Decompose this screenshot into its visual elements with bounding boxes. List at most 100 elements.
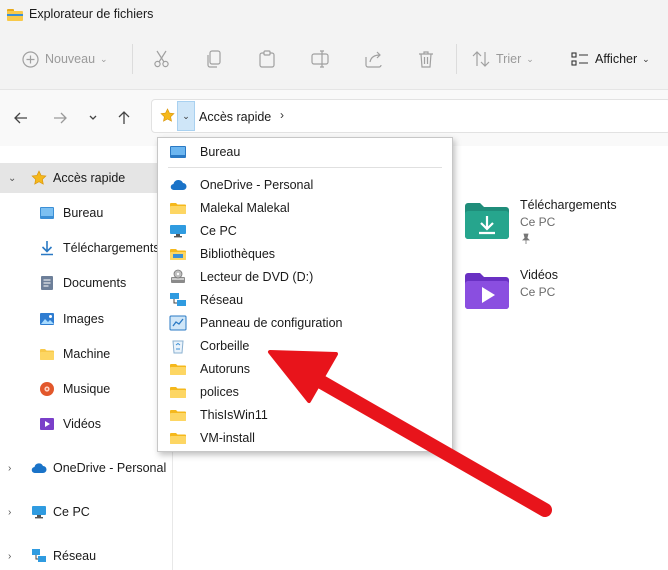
- pin-icon: [522, 233, 530, 244]
- menu-item-thisiswin11[interactable]: ThisIsWin11: [159, 403, 451, 426]
- menu-item-this-pc[interactable]: Ce PC: [159, 219, 451, 242]
- folder-icon: [170, 386, 186, 398]
- address-dropdown-button[interactable]: ⌄: [177, 101, 195, 131]
- item-name: Téléchargements: [520, 198, 617, 212]
- toolbar-divider: [456, 44, 457, 74]
- paste-button[interactable]: [259, 47, 275, 71]
- menu-item-vm-install[interactable]: VM-install: [159, 426, 451, 449]
- chevron-down-icon: ⌄: [182, 110, 190, 121]
- menu-item-label: Lecteur de DVD (D:): [200, 269, 314, 284]
- arrow-right-icon: [54, 112, 67, 124]
- menu-item-polices[interactable]: polices: [159, 380, 451, 403]
- menu-item-control-panel[interactable]: Panneau de configuration: [159, 311, 451, 334]
- folder-icon: [40, 349, 54, 360]
- delete-button[interactable]: [418, 47, 434, 71]
- computer-icon: [170, 224, 186, 237]
- sidebar-item-network[interactable]: › Réseau: [0, 541, 172, 570]
- menu-item-label: Réseau: [200, 292, 244, 307]
- sidebar-item-label: Ce PC: [53, 505, 90, 519]
- star-icon: [160, 108, 175, 122]
- folder-icon: [170, 409, 186, 421]
- desktop-icon: [40, 207, 54, 219]
- rename-button[interactable]: [311, 47, 329, 71]
- view-button[interactable]: Afficher ⌄: [571, 47, 650, 71]
- sort-button[interactable]: Trier ⌄: [472, 47, 534, 71]
- command-bar: Nouveau ⌄ Trier ⌄ Afficher ⌄: [0, 28, 668, 90]
- sidebar-item-videos[interactable]: Vidéos: [0, 409, 172, 439]
- view-button-label: Afficher: [595, 52, 638, 66]
- rename-icon: [311, 50, 329, 68]
- chevron-right-icon[interactable]: ›: [8, 507, 11, 518]
- back-button[interactable]: [11, 108, 31, 128]
- sidebar-item-downloads[interactable]: Téléchargements: [0, 233, 172, 263]
- network-icon: [170, 292, 186, 306]
- clipboard-icon: [259, 50, 275, 68]
- downloads-folder-icon: [465, 203, 509, 239]
- copy-icon: [207, 50, 221, 68]
- chevron-right-icon[interactable]: ›: [8, 551, 11, 562]
- sidebar-item-label: OneDrive - Personal: [53, 461, 167, 475]
- sidebar-item-label: Réseau: [53, 549, 97, 563]
- menu-item-desktop[interactable]: Bureau: [159, 140, 451, 163]
- item-location: Ce PC: [520, 285, 556, 299]
- menu-separator: [168, 167, 442, 168]
- chevron-down-icon[interactable]: ⌄: [8, 173, 16, 184]
- sidebar-item-machine[interactable]: Machine: [0, 339, 172, 369]
- sidebar-item-label: Images: [63, 312, 104, 326]
- folder-icon: [170, 432, 186, 444]
- menu-item-onedrive[interactable]: OneDrive - Personal: [159, 173, 451, 196]
- share-button[interactable]: [365, 47, 383, 71]
- new-button[interactable]: Nouveau ⌄: [22, 47, 108, 71]
- recycle-bin-icon: [172, 340, 184, 353]
- menu-item-label: Bureau: [200, 144, 241, 159]
- chevron-down-icon: ⌄: [526, 53, 534, 64]
- title-bar: Explorateur de fichiers: [0, 0, 668, 28]
- music-icon: [40, 382, 54, 396]
- share-icon: [365, 51, 382, 68]
- copy-button[interactable]: [206, 47, 222, 71]
- menu-item-network[interactable]: Réseau: [159, 288, 451, 311]
- view-icon: [571, 52, 588, 66]
- sidebar-item-onedrive[interactable]: › OneDrive - Personal: [0, 453, 172, 483]
- sidebar-item-documents[interactable]: Documents: [0, 268, 172, 298]
- trash-icon: [419, 51, 433, 68]
- sidebar-item-desktop[interactable]: Bureau: [0, 198, 172, 228]
- sort-icon: [472, 51, 490, 67]
- star-icon: [31, 170, 47, 185]
- address-dropdown-menu: Bureau OneDrive - Personal Malekal Malek…: [157, 137, 453, 452]
- menu-item-malekal[interactable]: Malekal Malekal: [159, 196, 451, 219]
- content-item-downloads[interactable]: Téléchargements Ce PC: [464, 196, 664, 246]
- chevron-down-icon: ⌄: [642, 53, 650, 64]
- sidebar-item-label: Documents: [63, 276, 127, 290]
- menu-item-dvd[interactable]: Lecteur de DVD (D:): [159, 265, 451, 288]
- menu-item-label: Panneau de configuration: [200, 315, 343, 330]
- folder-icon: [170, 202, 186, 214]
- menu-item-autoruns[interactable]: Autoruns: [159, 357, 451, 380]
- menu-item-libraries[interactable]: Bibliothèques: [159, 242, 451, 265]
- chevron-right-icon[interactable]: ›: [8, 463, 11, 474]
- computer-icon: [32, 506, 46, 519]
- chevron-down-icon: ⌄: [100, 53, 108, 64]
- cut-button[interactable]: [153, 47, 170, 71]
- content-item-videos[interactable]: Vidéos Ce PC: [464, 266, 664, 316]
- forward-button[interactable]: [50, 108, 70, 128]
- arrow-left-icon: [14, 112, 27, 124]
- sort-button-label: Trier: [496, 52, 522, 66]
- recent-locations-button[interactable]: [83, 108, 103, 128]
- cloud-icon: [170, 179, 187, 190]
- arrow-up-icon: [118, 111, 130, 124]
- breadcrumb-chevron-icon[interactable]: ›: [280, 108, 284, 122]
- documents-icon: [41, 276, 53, 290]
- up-button[interactable]: [114, 108, 134, 128]
- sidebar-item-this-pc[interactable]: › Ce PC: [0, 497, 172, 527]
- sidebar-item-label: Téléchargements: [63, 241, 160, 255]
- menu-item-recycle-bin[interactable]: Corbeille: [159, 334, 451, 357]
- sidebar-item-images[interactable]: Images: [0, 304, 172, 334]
- sidebar-item-label: Musique: [63, 382, 111, 396]
- sidebar-item-music[interactable]: Musique: [0, 374, 172, 404]
- sidebar-item-quick-access[interactable]: ⌄ Accès rapide: [0, 163, 172, 193]
- menu-item-label: Autoruns: [200, 361, 251, 376]
- sidebar-item-label: Accès rapide: [53, 171, 126, 185]
- menu-item-label: ThisIsWin11: [200, 407, 268, 422]
- address-location[interactable]: Accès rapide: [199, 110, 271, 124]
